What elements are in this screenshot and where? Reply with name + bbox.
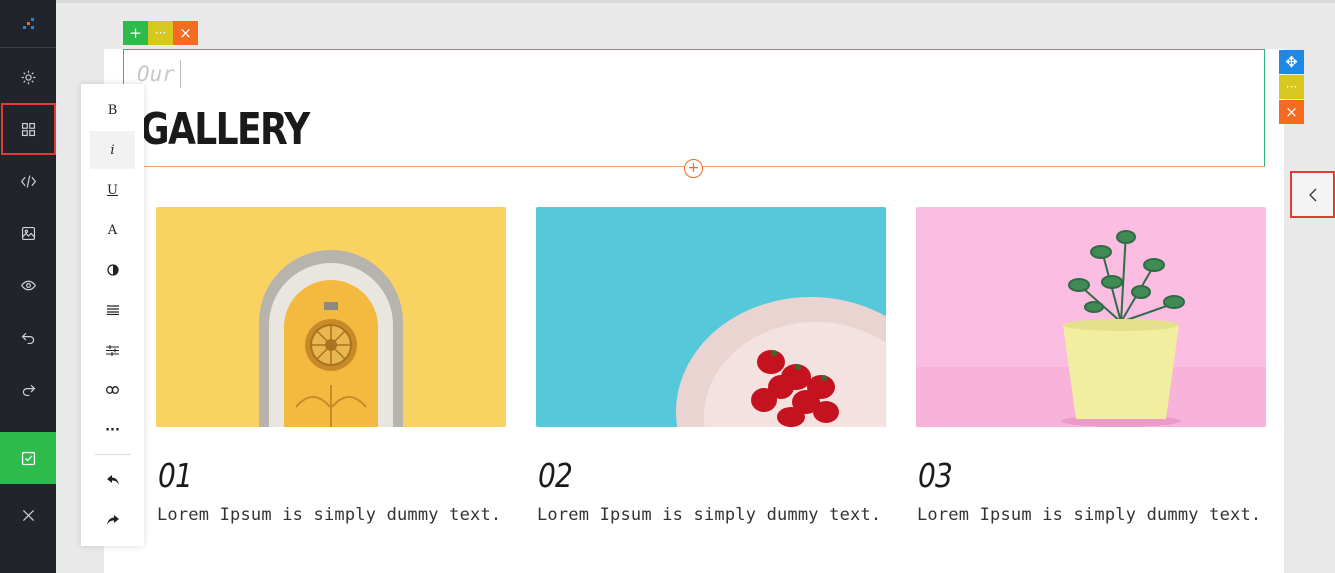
code-icon[interactable]: [0, 155, 56, 207]
color-contrast-icon[interactable]: [90, 251, 135, 289]
toolbar-divider: [95, 454, 131, 455]
italic-button[interactable]: i: [90, 131, 135, 169]
gallery-caption[interactable]: Lorem Ipsum is simply dummy text.: [537, 505, 881, 525]
redo-arrow-icon[interactable]: [90, 501, 135, 539]
gallery-number[interactable]: 02: [538, 456, 573, 495]
delete-block-button[interactable]: ×: [173, 21, 198, 45]
gallery-number[interactable]: 03: [918, 456, 953, 495]
delete-element-button[interactable]: ×: [1279, 100, 1304, 124]
gallery-number[interactable]: 01: [158, 456, 193, 495]
add-block-button[interactable]: +: [123, 21, 148, 45]
editor-sidebar: [0, 0, 56, 573]
gallery-image-strawberries[interactable]: [536, 207, 886, 427]
subtitle-text[interactable]: Our: [137, 62, 175, 86]
close-icon[interactable]: [0, 489, 56, 541]
move-element-icon[interactable]: ✥: [1279, 50, 1304, 74]
redo-icon[interactable]: [0, 363, 56, 415]
link-icon[interactable]: [90, 371, 135, 409]
underline-button[interactable]: U: [90, 171, 135, 209]
undo-icon[interactable]: [0, 311, 56, 363]
logo-icon[interactable]: [0, 0, 56, 48]
align-icon[interactable]: [90, 291, 135, 329]
gallery-caption[interactable]: Lorem Ipsum is simply dummy text.: [157, 505, 501, 525]
blocks-grid-icon[interactable]: [1, 103, 56, 155]
settings-icon[interactable]: [0, 51, 56, 103]
save-check-icon[interactable]: [0, 432, 56, 484]
text-format-toolbar: B i U A ···: [81, 84, 144, 546]
panel-toggle-chevron-left-icon[interactable]: [1290, 171, 1335, 218]
gallery-caption[interactable]: Lorem Ipsum is simply dummy text.: [917, 505, 1261, 525]
block-more-button[interactable]: ···: [148, 21, 173, 45]
undo-arrow-icon[interactable]: [90, 461, 135, 499]
gallery-image-plant[interactable]: [916, 207, 1266, 427]
element-more-button[interactable]: ···: [1279, 75, 1304, 99]
text-caret: [180, 60, 181, 88]
page-title[interactable]: GALLERY: [140, 104, 310, 155]
more-options-button[interactable]: ···: [90, 411, 135, 449]
paragraph-settings-icon[interactable]: [90, 331, 135, 369]
font-button[interactable]: A: [90, 211, 135, 249]
add-row-button[interactable]: +: [684, 159, 703, 178]
top-strip: [56, 0, 1335, 3]
gallery-image-door[interactable]: [156, 207, 506, 427]
image-icon[interactable]: [0, 207, 56, 259]
heading-block[interactable]: Our GALLERY: [123, 49, 1265, 167]
bold-button[interactable]: B: [90, 91, 135, 129]
preview-eye-icon[interactable]: [0, 259, 56, 311]
